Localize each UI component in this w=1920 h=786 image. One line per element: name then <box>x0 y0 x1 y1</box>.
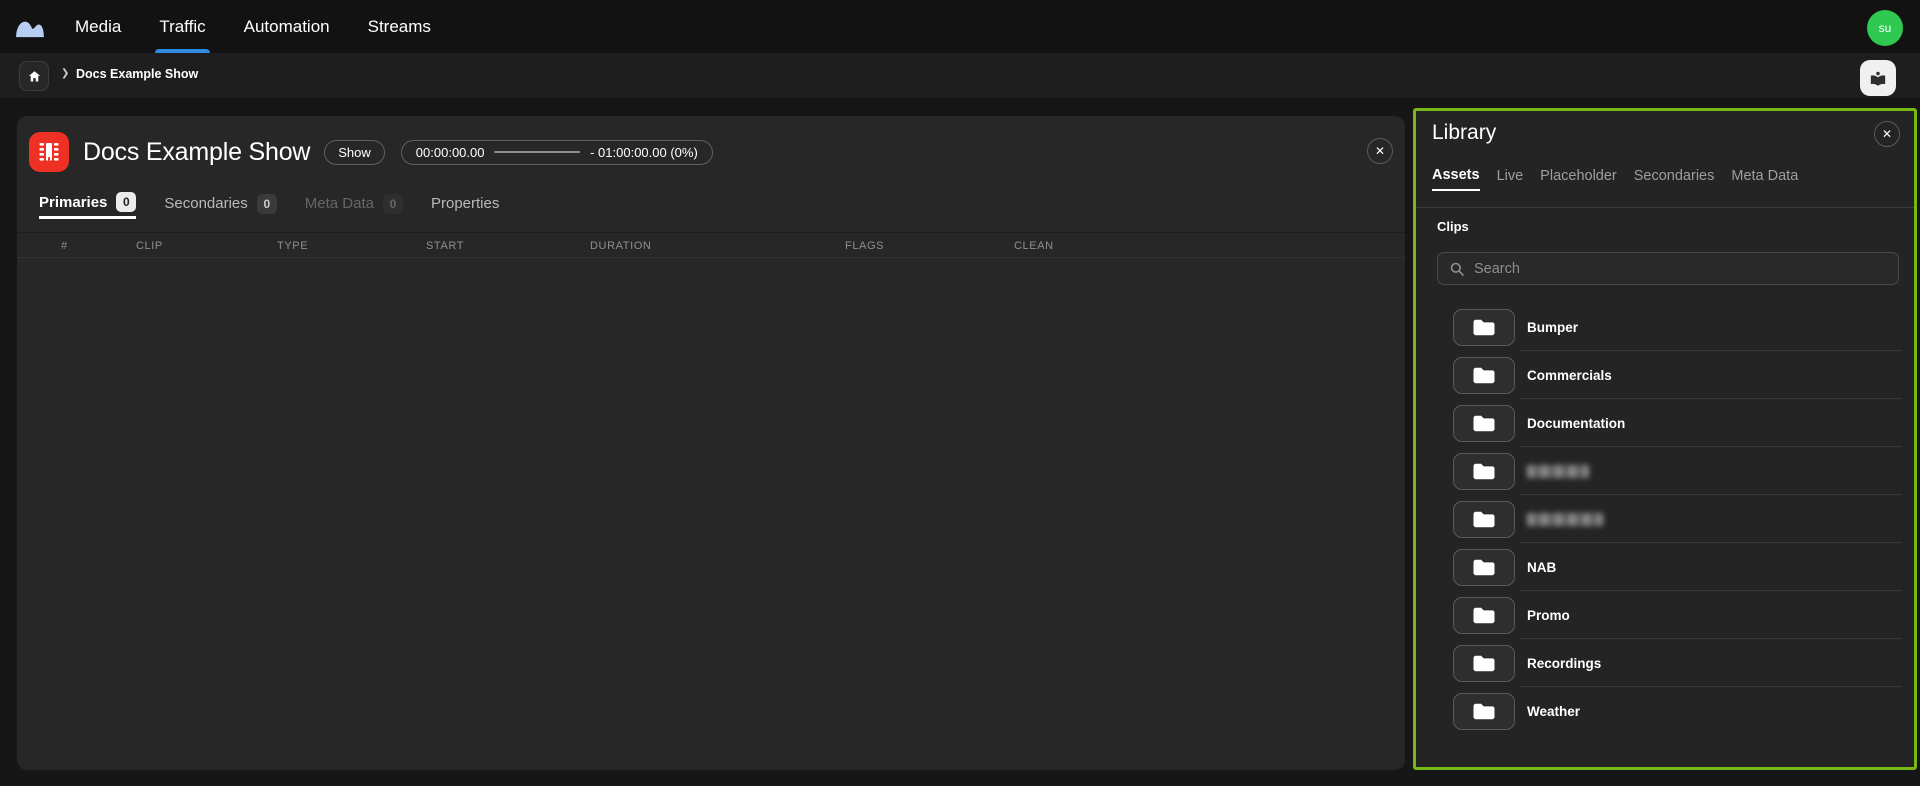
folder-label: Bumper <box>1527 319 1579 335</box>
folder-row-nab[interactable]: NAB <box>1416 543 1914 591</box>
library-tabs: Assets Live Placeholder Secondaries Meta… <box>1432 161 1798 191</box>
nav-item-media[interactable]: Media <box>75 0 121 53</box>
show-type-icon <box>29 132 69 172</box>
column-clean: CLEAN <box>1014 240 1054 252</box>
tab-meta-data[interactable]: Meta Data 0 <box>305 188 403 219</box>
column-flags: FLAGS <box>845 240 885 252</box>
folder-tile <box>1453 692 1515 730</box>
folder-label: Weather <box>1527 703 1581 719</box>
library-search-input[interactable] <box>1474 253 1894 284</box>
time-start: 00:00:00.00 <box>415 144 485 160</box>
folder-row-commercials[interactable]: Commercials <box>1416 351 1914 399</box>
top-navbar: Media Traffic Automation Streams su <box>0 0 1920 53</box>
folder-row-promo[interactable]: Promo <box>1416 591 1914 639</box>
folder-icon <box>1473 703 1495 719</box>
tab-meta-data-count: 0 <box>382 193 403 214</box>
folder-icon <box>1473 415 1495 431</box>
home-button[interactable] <box>19 61 49 91</box>
column-clip: CLIP <box>136 240 163 252</box>
folder-label: Recordings <box>1527 655 1602 671</box>
library-tab-meta-data[interactable]: Meta Data <box>1731 161 1798 191</box>
filmstrip-icon <box>39 143 59 161</box>
tab-properties[interactable]: Properties <box>431 188 499 219</box>
library-toggle-button[interactable] <box>1860 60 1896 96</box>
tab-primaries-count: 0 <box>116 192 137 212</box>
folder-icon <box>1473 559 1495 575</box>
time-progress-track <box>494 151 581 153</box>
folder-tile <box>1453 404 1515 442</box>
library-title: Library <box>1432 121 1497 144</box>
clip-table-header: # CLIP TYPE START DURATION FLAGS CLEAN <box>17 232 1405 258</box>
redacted-folder-label <box>1527 512 1603 526</box>
library-tab-live[interactable]: Live <box>1497 161 1524 191</box>
primary-nav: Media Traffic Automation Streams <box>75 0 431 53</box>
breadcrumb-bar: ❯ Docs Example Show <box>0 53 1920 98</box>
library-close-button[interactable]: ✕ <box>1874 121 1900 147</box>
tab-primaries[interactable]: Primaries 0 <box>39 188 137 219</box>
folder-icon <box>1473 463 1495 479</box>
time-end: - 01:00:00.00 (0%) <box>590 144 698 160</box>
library-panel: Library ✕ Assets Live Placeholder Second… <box>1413 108 1917 770</box>
column-type: TYPE <box>277 240 309 252</box>
folder-list: Bumper Commercials Documentation NAB Pro… <box>1416 303 1914 735</box>
tab-primaries-label: Primaries <box>39 193 108 211</box>
folder-tile <box>1453 452 1515 490</box>
folder-icon <box>1473 367 1495 383</box>
app-logo-icon[interactable] <box>14 15 46 39</box>
library-tab-assets[interactable]: Assets <box>1432 161 1480 191</box>
folder-icon <box>1473 655 1495 671</box>
folder-tile <box>1453 500 1515 538</box>
folder-icon <box>1473 607 1495 623</box>
show-type-badge[interactable]: Show <box>324 139 385 165</box>
nav-item-traffic[interactable]: Traffic <box>155 0 210 53</box>
folder-label: Commercials <box>1527 367 1612 383</box>
redacted-folder-label <box>1527 464 1589 478</box>
user-avatar[interactable]: su <box>1867 10 1903 46</box>
tab-secondaries-count: 0 <box>256 193 277 214</box>
clips-section-label: Clips <box>1437 219 1469 234</box>
column-start: START <box>426 240 465 252</box>
breadcrumb-current[interactable]: Docs Example Show <box>76 67 198 81</box>
app-window: Media Traffic Automation Streams su ❯ Do… <box>0 0 1920 786</box>
folder-row-recordings[interactable]: Recordings <box>1416 639 1914 687</box>
library-tabs-divider <box>1416 207 1914 208</box>
library-tab-placeholder[interactable]: Placeholder <box>1540 161 1617 191</box>
show-detail-panel: Docs Example Show Show 00:00:00.00 - 01:… <box>17 116 1405 770</box>
folder-row-weather[interactable]: Weather <box>1416 687 1914 735</box>
folder-tile <box>1453 308 1515 346</box>
show-panel-close-button[interactable]: ✕ <box>1367 138 1393 164</box>
folder-icon <box>1473 319 1495 335</box>
show-panel-header: Docs Example Show Show 00:00:00.00 - 01:… <box>29 130 1393 174</box>
folder-label: NAB <box>1527 559 1557 575</box>
folder-row-redacted-1[interactable] <box>1416 447 1914 495</box>
chevron-right-icon: ❯ <box>61 68 70 79</box>
tab-secondaries-label: Secondaries <box>164 195 248 212</box>
folder-tile <box>1453 596 1515 634</box>
library-search-box <box>1437 252 1899 285</box>
show-title: Docs Example Show <box>83 137 311 166</box>
tab-secondaries[interactable]: Secondaries 0 <box>164 188 277 219</box>
library-icon <box>1870 71 1886 86</box>
search-icon <box>1450 262 1464 276</box>
folder-label: Promo <box>1527 607 1570 623</box>
folder-icon <box>1473 511 1495 527</box>
column-number: # <box>61 240 68 252</box>
folder-tile <box>1453 356 1515 394</box>
show-panel-tabs: Primaries 0 Secondaries 0 Meta Data 0 Pr… <box>39 188 499 219</box>
show-time-range[interactable]: 00:00:00.00 - 01:00:00.00 (0%) <box>400 139 713 165</box>
folder-row-bumper[interactable]: Bumper <box>1416 303 1914 351</box>
folder-row-redacted-2[interactable] <box>1416 495 1914 543</box>
nav-item-streams[interactable]: Streams <box>368 0 431 53</box>
folder-row-documentation[interactable]: Documentation <box>1416 399 1914 447</box>
tab-properties-label: Properties <box>430 195 500 212</box>
home-icon <box>28 70 40 81</box>
column-duration: DURATION <box>590 240 652 252</box>
folder-label: Documentation <box>1527 415 1626 431</box>
nav-item-automation[interactable]: Automation <box>244 0 330 53</box>
folder-tile <box>1453 644 1515 682</box>
tab-meta-data-label: Meta Data <box>304 195 374 212</box>
folder-tile <box>1453 548 1515 586</box>
library-tab-secondaries[interactable]: Secondaries <box>1634 161 1715 191</box>
